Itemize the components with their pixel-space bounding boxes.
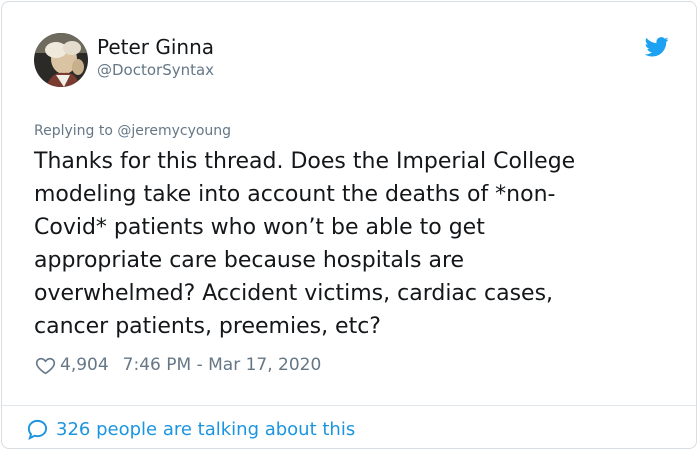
timestamp[interactable]: 7:46 PM - Mar 17, 2020	[123, 355, 322, 375]
tweet-line: Thanks for this thread. Does the Imperia…	[34, 149, 576, 174]
tweet-line: overwhelmed? Accident victims, cardiac c…	[34, 281, 554, 306]
heart-icon[interactable]	[35, 355, 56, 376]
tweet-line: modeling take into account the deaths of…	[34, 182, 556, 207]
divider	[2, 405, 696, 406]
like-count[interactable]: 4,904	[60, 355, 109, 375]
tweet-text: Thanks for this thread. Does the Imperia…	[34, 145, 666, 343]
twitter-bird-icon[interactable]	[645, 37, 669, 57]
conversation-link[interactable]: 326 people are talking about this	[26, 416, 355, 442]
tweet-line: appropriate care because hospitals are	[34, 248, 465, 273]
speech-bubble-icon	[27, 419, 48, 440]
tweet-meta: 4,904 7:46 PM - Mar 17, 2020	[35, 353, 321, 377]
conversation-label[interactable]: 326 people are talking about this	[56, 419, 355, 440]
tweet-line: cancer patients, preemies, etc?	[34, 314, 381, 339]
tweet-card: Peter Ginna @DoctorSyntax Replying to @j…	[1, 1, 697, 449]
avatar-image	[34, 33, 88, 87]
author-handle[interactable]: @DoctorSyntax	[97, 61, 214, 79]
avatar[interactable]	[34, 33, 88, 87]
author-name[interactable]: Peter Ginna	[97, 35, 214, 59]
tweet-line: Covid* patients who won’t be able to get	[34, 215, 485, 240]
replying-to[interactable]: Replying to @jeremycyoung	[34, 123, 231, 139]
